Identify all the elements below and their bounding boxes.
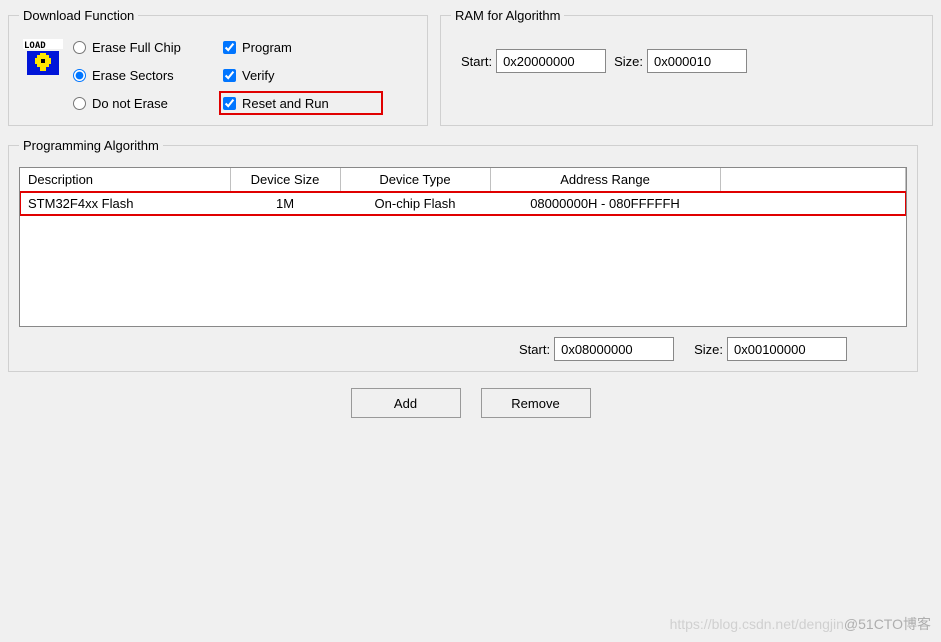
download-function-group: Download Function LOAD Erase Full Chip: [8, 8, 428, 126]
ram-start-input[interactable]: [496, 49, 606, 73]
verify-option[interactable]: Verify: [223, 63, 383, 87]
erase-full-chip-option[interactable]: Erase Full Chip: [73, 35, 213, 59]
watermark-url: https://blog.csdn.net/dengjin: [670, 616, 844, 632]
algorithm-table-wrap: Description Device Size Device Type Addr…: [19, 167, 907, 327]
algo-size-input[interactable]: [727, 337, 847, 361]
reset-and-run-option[interactable]: Reset and Run: [219, 91, 383, 115]
algorithm-table: Description Device Size Device Type Addr…: [20, 168, 906, 215]
programming-algorithm-legend: Programming Algorithm: [19, 138, 163, 153]
erase-full-chip-radio[interactable]: [73, 41, 86, 54]
program-option[interactable]: Program: [223, 35, 383, 59]
reset-and-run-checkbox[interactable]: [223, 97, 236, 110]
download-function-legend: Download Function: [19, 8, 138, 23]
watermark: https://blog.csdn.net/dengjin@51CTO博客: [670, 614, 931, 634]
svg-text:LOAD: LOAD: [24, 41, 46, 51]
ram-start-label: Start:: [461, 54, 492, 69]
erase-sectors-option[interactable]: Erase Sectors: [73, 63, 213, 87]
ram-size-label: Size:: [614, 54, 643, 69]
col-device-size[interactable]: Device Size: [230, 168, 340, 192]
ram-for-algorithm-legend: RAM for Algorithm: [451, 8, 564, 23]
erase-sectors-radio[interactable]: [73, 69, 86, 82]
remove-button[interactable]: Remove: [481, 388, 591, 418]
verify-label: Verify: [242, 68, 275, 83]
do-not-erase-option[interactable]: Do not Erase: [73, 91, 213, 115]
algo-start-label: Start:: [519, 342, 550, 357]
table-row[interactable]: STM32F4xx Flash 1M On-chip Flash 0800000…: [20, 192, 906, 216]
add-button[interactable]: Add: [351, 388, 461, 418]
reset-and-run-label: Reset and Run: [242, 96, 329, 111]
program-label: Program: [242, 40, 292, 55]
do-not-erase-label: Do not Erase: [92, 96, 168, 111]
erase-sectors-label: Erase Sectors: [92, 68, 174, 83]
programming-algorithm-group: Programming Algorithm Description Device…: [8, 138, 918, 372]
cell-device-type: On-chip Flash: [340, 192, 490, 216]
watermark-text: @51CTO博客: [844, 616, 931, 632]
col-device-type[interactable]: Device Type: [340, 168, 490, 192]
cell-description: STM32F4xx Flash: [20, 192, 230, 216]
program-checkbox[interactable]: [223, 41, 236, 54]
erase-full-chip-label: Erase Full Chip: [92, 40, 181, 55]
load-icon: LOAD: [23, 39, 63, 79]
cell-device-size: 1M: [230, 192, 340, 216]
cell-spacer: [720, 192, 906, 216]
cell-address-range: 08000000H - 080FFFFFH: [490, 192, 720, 216]
algo-start-input[interactable]: [554, 337, 674, 361]
col-description[interactable]: Description: [20, 168, 230, 192]
ram-size-input[interactable]: [647, 49, 747, 73]
verify-checkbox[interactable]: [223, 69, 236, 82]
col-address-range[interactable]: Address Range: [490, 168, 720, 192]
algo-size-label: Size:: [694, 342, 723, 357]
ram-for-algorithm-group: RAM for Algorithm Start: Size:: [440, 8, 933, 126]
do-not-erase-radio[interactable]: [73, 97, 86, 110]
col-spacer: [720, 168, 906, 192]
